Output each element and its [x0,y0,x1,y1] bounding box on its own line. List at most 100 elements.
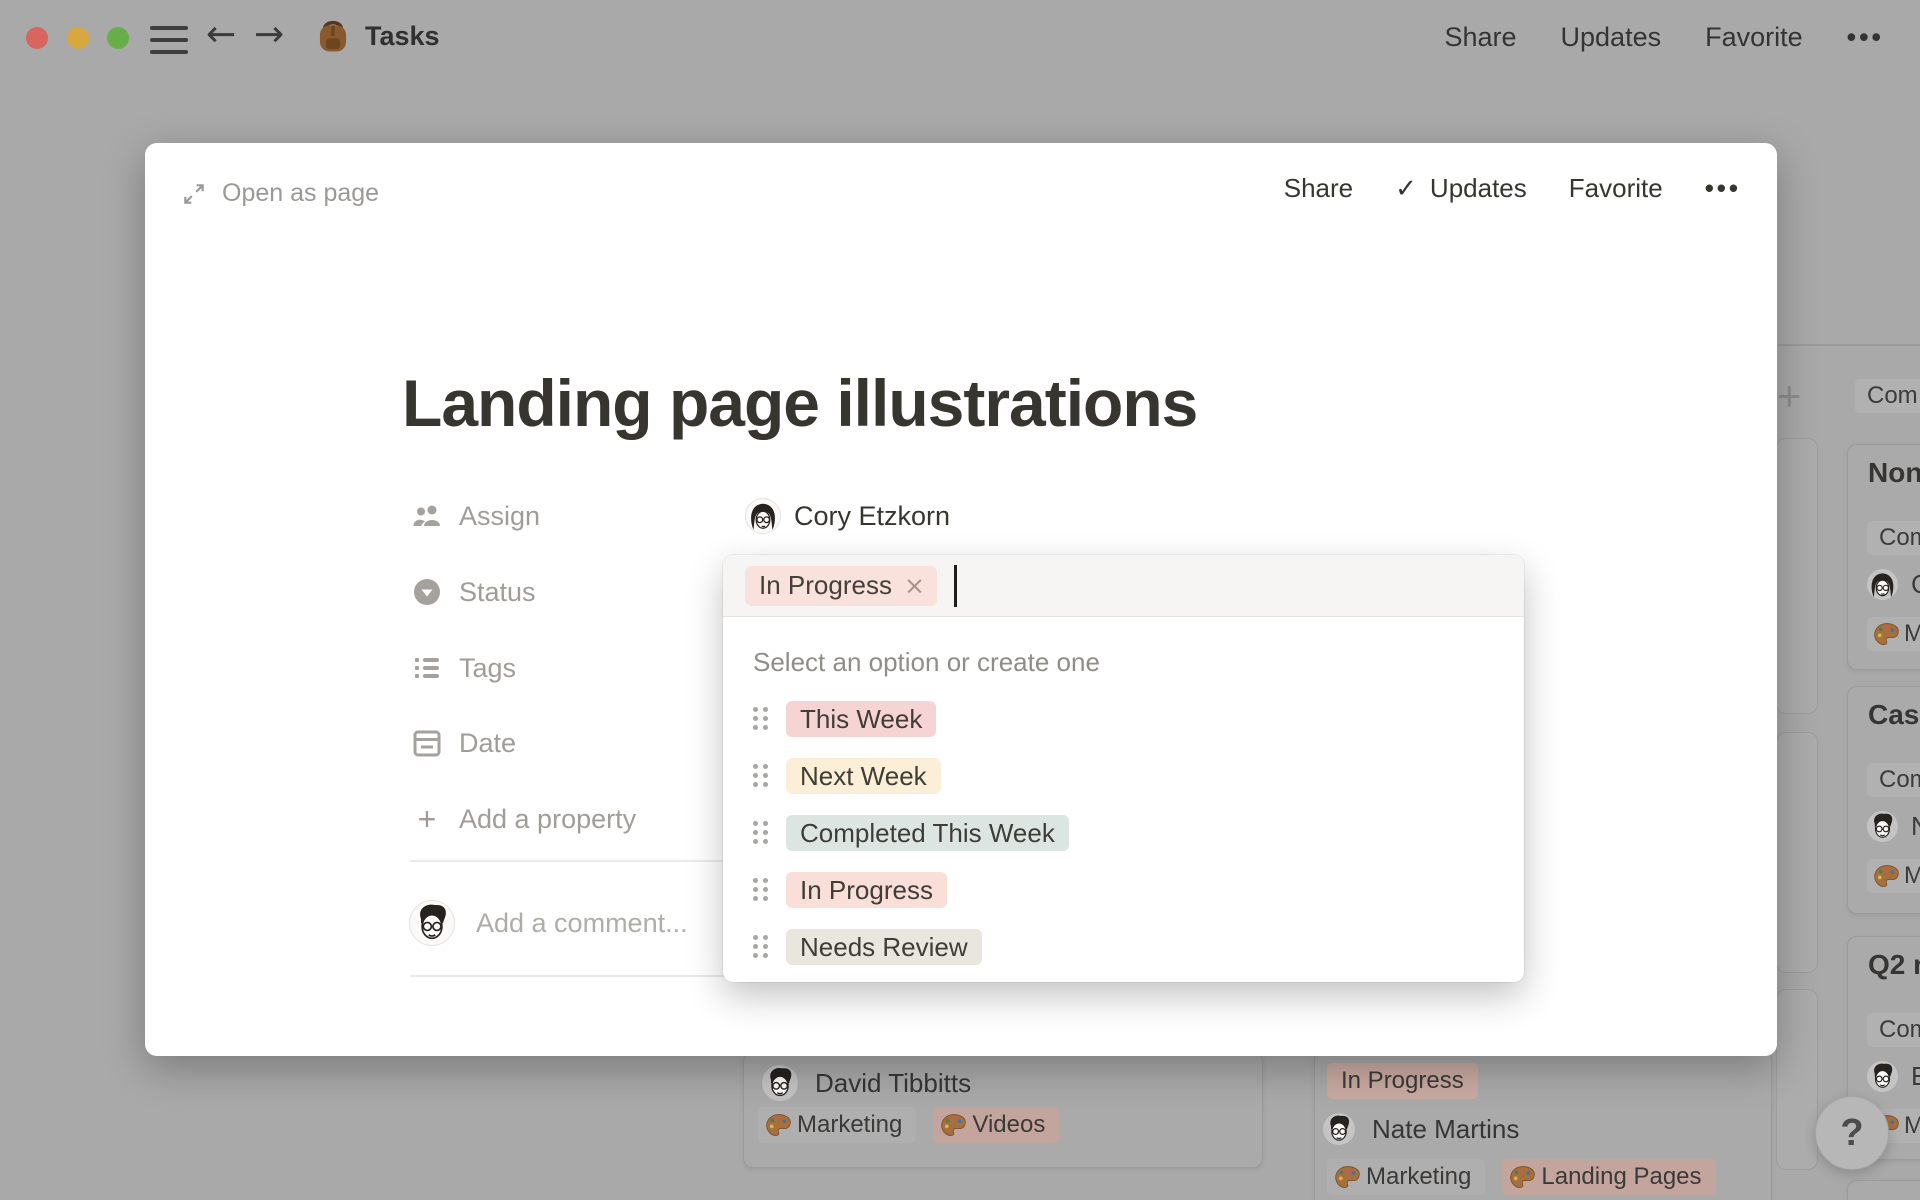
drag-handle-icon[interactable] [753,935,768,958]
comment-placeholder: Add a comment... [476,907,688,938]
option-this-week[interactable]: This Week [723,690,1524,747]
avatar [1867,811,1898,842]
dropdown-hint: Select an option or create one [753,647,1100,677]
help-button: ? [1815,1096,1889,1170]
card-tag: M [1867,859,1920,893]
card-status-tag: Com [1867,763,1920,797]
assign-value[interactable]: Cory Etzkorn [746,496,950,536]
text-cursor [953,564,957,607]
card-tag-label: Videos [972,1111,1046,1138]
option-completed-this-week[interactable]: Completed This Week [723,804,1524,861]
calendar-icon [410,726,444,760]
add-property-button[interactable]: + Add a property [410,799,636,839]
board-divider-line [1778,344,1920,346]
window-zoom-button[interactable] [107,27,129,49]
avatar [762,1065,798,1101]
property-row-date[interactable]: Date [410,723,516,763]
board-card: In Progress Nate Martins Marketing Landi… [1314,1050,1772,1200]
topbar-updates-button[interactable]: Updates [1561,22,1662,53]
status-tag-input[interactable]: In Progress × [723,555,1524,617]
card-tag-label: M [1904,620,1920,647]
property-row-status[interactable]: Status [410,572,536,612]
check-icon: ✓ [1395,173,1417,204]
drag-handle-icon[interactable] [753,707,768,730]
add-column-icon: + [1777,372,1802,419]
drag-handle-icon[interactable] [753,821,768,844]
board-card: David Tibbitts Marketing Videos [743,1052,1263,1168]
avatar [1867,1061,1898,1092]
plus-icon: + [417,800,437,837]
avatar [1323,1113,1355,1145]
selected-status-tag[interactable]: In Progress × [745,565,937,606]
card-tag: M [1867,617,1920,651]
card-title: Cas [1868,699,1920,730]
modal-share-button[interactable]: Share [1284,173,1353,204]
board-card: Cas Com N M [1847,686,1920,914]
option-pill: Next Week [786,757,941,794]
palette-icon [1334,1164,1361,1191]
selected-status-label: In Progress [759,570,892,600]
breadcrumb-title: Tasks [365,20,440,51]
property-label: Date [459,727,517,758]
board-card-partial [1776,438,1818,714]
card-tags: Marketing Videos [758,1107,1060,1143]
board-column-header: Com [1855,379,1920,413]
modal-favorite-button[interactable]: Favorite [1569,173,1663,204]
status-dropdown: In Progress × Select an option or create… [723,555,1524,982]
palette-icon [1509,1164,1536,1191]
board-card-partial [1776,989,1818,1170]
property-row-assign[interactable]: Assign [410,496,540,536]
people-icon [410,499,444,533]
remove-tag-icon[interactable]: × [904,571,925,600]
modal-updates-label: Updates [1429,173,1527,203]
option-in-progress[interactable]: In Progress [723,861,1524,918]
option-pill: This Week [786,700,937,737]
drag-handle-icon[interactable] [753,764,768,787]
topbar-favorite-button[interactable]: Favorite [1705,22,1803,53]
card-status-tag: Com [1867,521,1920,555]
add-property-label: Add a property [459,803,637,834]
card-tag: Marketing [1327,1159,1486,1195]
drag-handle-icon[interactable] [753,878,768,901]
card-tag: Marketing [758,1107,917,1143]
back-button[interactable]: ← [206,14,236,55]
topbar-more-button[interactable]: ••• [1847,22,1884,53]
property-label: Status [459,576,536,607]
window-minimize-button[interactable] [67,27,89,49]
topbar-actions: Share Updates Favorite ••• [1444,22,1884,53]
avatar [1867,569,1898,600]
card-tag-label: Marketing [1366,1163,1472,1190]
page-title[interactable]: Landing page illustrations [402,365,1198,441]
card-assignee: E [1867,1061,1920,1092]
card-tags: Marketing Landing Pages [1327,1159,1716,1195]
card-status-tag: In Progress [1327,1063,1478,1099]
property-row-tags[interactable]: Tags [410,648,516,688]
open-as-page-label: Open as page [222,179,380,207]
option-pill: In Progress [786,871,947,908]
modal-more-button[interactable]: ••• [1705,173,1741,204]
card-assignee: David Tibbitts [762,1065,971,1101]
open-as-page-button[interactable]: Open as page [181,179,379,208]
window-close-button[interactable] [26,27,48,49]
topbar-share-button[interactable]: Share [1444,22,1516,53]
avatar [410,901,454,945]
card-tag: Videos [933,1107,1060,1143]
card-assignee: C [1867,569,1920,600]
card-assignee-name: E [1911,1061,1920,1091]
list-icon [410,651,444,685]
comment-input[interactable]: Add a comment... [410,901,688,945]
option-next-week[interactable]: Next Week [723,747,1524,804]
board-card [1847,1180,1920,1200]
breadcrumb[interactable]: Tasks [314,16,440,56]
card-assignee-name: C [1911,569,1920,600]
card-assignee-name: N [1911,811,1920,842]
forward-button[interactable]: → [254,14,284,55]
option-needs-review[interactable]: Needs Review [723,918,1524,975]
modal-updates-button[interactable]: ✓ Updates [1395,173,1527,204]
card-assignee-name: Nate Martins [1372,1113,1520,1144]
card-title: Non [1868,457,1920,488]
backpack-icon [314,16,352,56]
card-title: Q2 r [1868,949,1920,980]
sidebar-toggle-button[interactable] [150,26,188,54]
help-icon: ? [1840,1111,1864,1154]
